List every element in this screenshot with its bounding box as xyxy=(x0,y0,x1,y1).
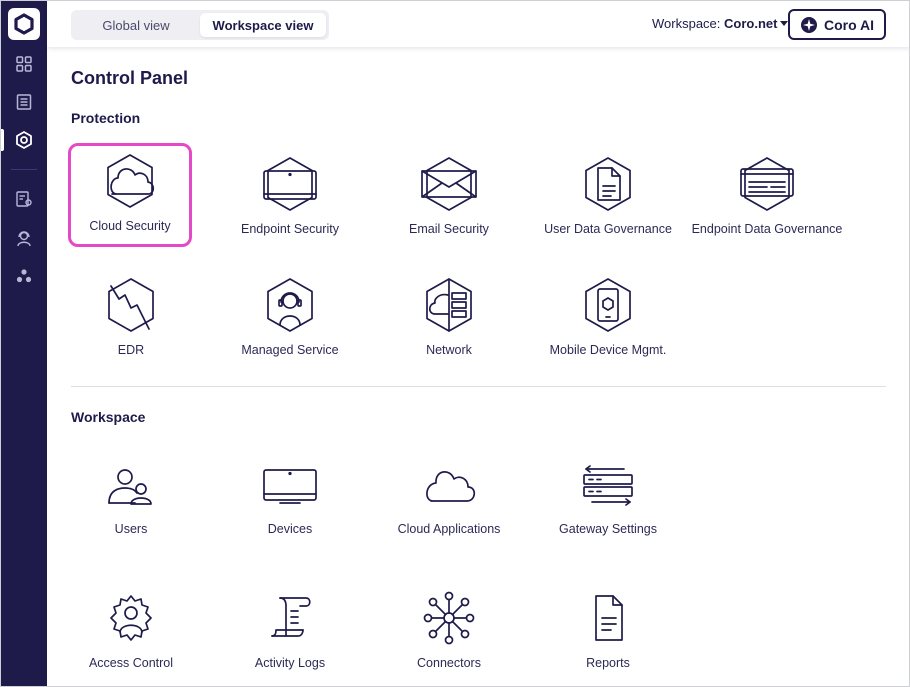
cloud-icon xyxy=(426,471,476,502)
sidebar-active-indicator xyxy=(1,129,4,151)
page-title: Control Panel xyxy=(71,68,189,88)
cloud-hex-icon xyxy=(107,154,155,208)
network-hex-icon xyxy=(426,278,472,332)
workspace-selector[interactable]: Workspace: Coro.net xyxy=(652,16,789,31)
coro-ai-label: Coro AI xyxy=(823,16,875,33)
tile-activity-logs[interactable]: Activity Logs xyxy=(228,580,352,684)
envelope-hex-icon xyxy=(421,157,477,211)
users-icon xyxy=(108,469,152,505)
tile-endpoint-security[interactable]: Endpoint Security xyxy=(228,146,352,250)
user-support-icon xyxy=(17,231,31,247)
sidebar-item-support[interactable] xyxy=(11,225,37,251)
sidebar-item-dashboard[interactable] xyxy=(11,51,37,77)
tile-reports[interactable]: Reports xyxy=(546,580,670,684)
tile-label: Endpoint Data Governance xyxy=(691,222,843,236)
workspace-name: Coro.net xyxy=(724,16,778,31)
tile-cloud-applications[interactable]: Cloud Applications xyxy=(387,446,511,550)
tile-cloud-security[interactable]: Cloud Security xyxy=(68,143,192,247)
tile-label: Reports xyxy=(586,656,630,670)
tile-label: User Data Governance xyxy=(544,222,672,236)
tile-label: Cloud Security xyxy=(89,219,171,233)
coro-ai-icon xyxy=(800,16,817,33)
settings-report-icon xyxy=(16,191,32,207)
monitor-icon xyxy=(263,469,317,504)
network-nodes-icon xyxy=(16,269,32,283)
tile-network[interactable]: Network xyxy=(387,267,511,371)
document-hex-icon xyxy=(585,157,631,211)
headset-hex-icon xyxy=(267,278,313,332)
section-divider xyxy=(71,386,886,387)
tile-edr[interactable]: EDR xyxy=(69,267,193,371)
tile-user-data-governance[interactable]: User Data Governance xyxy=(544,146,672,250)
workspace-prefix: Workspace: xyxy=(652,16,721,31)
tile-label: Managed Service xyxy=(241,343,339,357)
tile-managed-service[interactable]: Managed Service xyxy=(228,267,352,371)
workspace-section-title: Workspace xyxy=(71,409,146,425)
workspace-view-tab[interactable]: Workspace view xyxy=(200,13,326,37)
control-panel-icon xyxy=(16,131,32,149)
sidebar-item-network[interactable] xyxy=(11,263,37,289)
sidebar-item-control-panel[interactable] xyxy=(11,127,37,153)
tile-devices[interactable]: Devices xyxy=(228,446,352,550)
tile-email-security[interactable]: Email Security xyxy=(387,146,511,250)
control-panel-main: Control Panel Protection Cloud Security … xyxy=(47,47,909,686)
tile-endpoint-data-governance[interactable]: Endpoint Data Governance xyxy=(692,146,842,250)
tile-label: Connectors xyxy=(417,656,481,670)
mobile-hex-icon xyxy=(585,278,631,332)
report-document-icon xyxy=(595,595,623,641)
coro-logo[interactable] xyxy=(8,8,40,40)
tile-label: Endpoint Security xyxy=(241,222,339,236)
sidebar-divider xyxy=(11,169,37,170)
tile-label: Mobile Device Mgmt. xyxy=(549,343,667,357)
sidebar-item-tickets[interactable] xyxy=(11,89,37,115)
tickets-icon xyxy=(16,94,32,110)
app-window: Global view Workspace view Workspace: Co… xyxy=(0,0,910,687)
tile-label: Network xyxy=(426,343,472,357)
top-header: Global view Workspace view Workspace: Co… xyxy=(47,1,909,47)
global-view-tab[interactable]: Global view xyxy=(75,13,197,37)
sidebar xyxy=(1,1,47,686)
tile-gateway-settings[interactable]: Gateway Settings xyxy=(546,446,670,550)
tile-label: Devices xyxy=(267,522,313,536)
tile-label: Email Security xyxy=(409,222,489,236)
connectors-icon xyxy=(423,591,475,645)
tile-label: Access Control xyxy=(88,656,174,670)
tile-users[interactable]: Users xyxy=(69,446,193,550)
access-control-icon xyxy=(110,595,152,641)
tile-label: Activity Logs xyxy=(254,656,326,670)
view-toggle: Global view Workspace view xyxy=(71,10,329,40)
edr-hex-icon xyxy=(108,278,154,332)
tile-connectors[interactable]: Connectors xyxy=(387,580,511,684)
tile-label: Gateway Settings xyxy=(559,522,657,536)
sidebar-item-settings-report[interactable] xyxy=(11,186,37,212)
tile-access-control[interactable]: Access Control xyxy=(69,580,193,684)
tile-label: Users xyxy=(114,522,148,536)
scroll-log-icon xyxy=(271,597,311,637)
coro-logo-icon xyxy=(14,13,34,35)
gateway-servers-icon xyxy=(583,465,633,506)
tile-mobile-device-mgmt[interactable]: Mobile Device Mgmt. xyxy=(546,267,670,371)
tile-label: Cloud Applications xyxy=(397,522,501,536)
screen-hex-icon xyxy=(740,157,794,211)
tile-label: EDR xyxy=(117,343,145,357)
coro-ai-button[interactable]: Coro AI xyxy=(788,9,886,40)
laptop-hex-icon xyxy=(263,157,317,211)
protection-section-title: Protection xyxy=(71,110,141,126)
dashboard-icon xyxy=(16,56,32,72)
